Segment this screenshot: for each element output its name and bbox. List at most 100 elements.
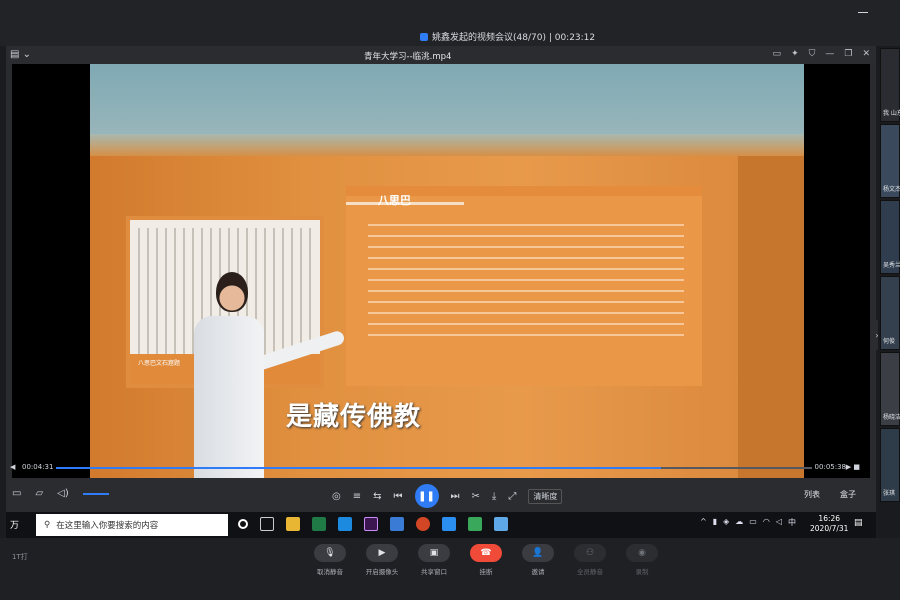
meeting-title: 姚鑫发起的视频会议(48/70) | 00:23:12 <box>420 30 595 43</box>
notification-icon[interactable]: ▤ <box>854 518 863 528</box>
network-icon[interactable]: ▭ <box>749 517 757 528</box>
video-subtitle: 是藏传佛教 <box>286 402 422 432</box>
start-camera-button[interactable]: ▶ 开启摄像头 <box>362 544 402 576</box>
hangup-label: 挂断 <box>479 568 493 576</box>
app-feather-icon[interactable] <box>442 517 456 531</box>
start-camera-label: 开启摄像头 <box>365 568 399 576</box>
maximize-icon[interactable]: ❐ <box>844 49 852 59</box>
premiere-icon[interactable] <box>364 517 378 531</box>
share-window-button[interactable]: ▣ 共享窗口 <box>414 544 454 576</box>
record-button[interactable]: ◉ 录制 <box>622 544 662 576</box>
video-scene: 八思巴文石窟题 八思巴 <box>90 64 804 508</box>
progress-bar[interactable]: ◀ 00:04:31 00:05:38 ▶ ■ <box>6 462 864 474</box>
clock-date: 2020/7/31 <box>810 524 849 533</box>
close-icon[interactable]: ✕ <box>862 49 870 59</box>
participant-name: 张琪 <box>883 490 896 497</box>
share-window-label: 共享窗口 <box>421 568 447 576</box>
equalizer-icon[interactable]: ≡ <box>353 491 361 502</box>
controls-left: ▭ ▱ ◁) <box>12 488 109 499</box>
record-icon: ◉ <box>626 544 658 562</box>
taskbar-clock[interactable]: 16:26 2020/7/31 <box>810 514 848 534</box>
app-cloud-icon[interactable] <box>390 517 404 531</box>
volume-slider[interactable] <box>82 492 109 495</box>
participant-name: 吴秀兰 <box>883 262 900 269</box>
skip-forward-icon[interactable]: ⏭ <box>451 491 460 502</box>
player-controls: ▭ ▱ ◁) ◎ ≡ ⇆ ⏮ ❚❚ ⏭ ✂ ⤓ ⤢ 清晰度 列表 盒子 <box>6 478 876 512</box>
total-time: 00:05:38 <box>814 463 846 471</box>
tray-app-icon[interactable]: ◈ <box>723 517 729 528</box>
mic-icon[interactable]: ▮ <box>713 517 717 528</box>
controls-center: ◎ ≡ ⇆ ⏮ ❚❚ ⏭ ✂ ⤓ ⤢ 清晰度 <box>332 484 563 508</box>
participant-name: 杨文杰 <box>883 186 900 193</box>
download-icon[interactable]: ⤓ <box>492 491 496 502</box>
participant-tile[interactable]: 杨文杰 <box>880 124 900 198</box>
volume-icon[interactable]: ◁) <box>57 488 69 499</box>
mute-all-icon: ⚇ <box>574 544 606 562</box>
app-window-icon[interactable] <box>494 517 508 531</box>
taskbar-apps <box>238 517 508 531</box>
progress-track[interactable] <box>56 467 812 469</box>
participant-tile[interactable]: 我 山东大 <box>880 48 900 122</box>
meeting-title-text: 姚鑫发起的视频会议(48/70) | 00:23:12 <box>432 33 596 43</box>
cloud-icon[interactable]: ☁ <box>735 517 743 528</box>
playlist-button[interactable]: 列表 <box>804 489 820 500</box>
video-frame[interactable]: 八思巴文石窟题 八思巴 是藏传佛教 <box>12 64 870 508</box>
skip-back-icon[interactable]: ⏮ <box>394 491 403 502</box>
wifi-icon[interactable]: ◠ <box>763 517 770 528</box>
app-blue-icon[interactable] <box>338 517 352 531</box>
taskbar-search[interactable]: ⚲ 在这里输入你要搜索的内容 <box>36 514 228 536</box>
chevron-up-icon[interactable]: ^ <box>700 517 707 528</box>
cortana-icon[interactable] <box>238 519 248 529</box>
menu-icon[interactable]: ▤ ⌄ <box>10 49 31 60</box>
participant-tile[interactable]: 杨晓洁 <box>880 352 900 426</box>
video-player-window: ▤ ⌄ 青年大学习--临洮.mp4 ▭ ✦ ⛉ — ❐ ✕ 八思巴文石窟题 八思… <box>6 46 882 512</box>
scissors-icon[interactable]: ✂ <box>472 491 480 502</box>
participant-tile[interactable]: 何俊 <box>880 276 900 350</box>
windows-taskbar: 万 ⚲ 在这里输入你要搜索的内容 ^ ▮ ◈ ☁ ▭ ◠ ◁ 中 16:26 2… <box>6 512 876 538</box>
progress-fill <box>56 467 661 469</box>
excel-icon[interactable] <box>312 517 326 531</box>
settings-sliders-icon[interactable]: ⇆ <box>373 491 381 502</box>
previous-frame-icon[interactable]: ◀ <box>10 463 15 471</box>
search-icon: ⚲ <box>44 520 51 530</box>
fullscreen-icon[interactable]: ⤢ <box>508 491 516 502</box>
unmute-button[interactable]: 🎙 取消静音 <box>310 544 350 576</box>
hangup-button[interactable]: ☎ 挂断 <box>466 544 506 576</box>
exhibit-wall-right <box>738 156 804 508</box>
current-time: 00:04:31 <box>22 463 54 471</box>
start-button[interactable]: 万 <box>10 518 19 531</box>
invite-button[interactable]: 👤 邀请 <box>518 544 558 576</box>
3d-icon[interactable]: ◎ <box>332 491 341 502</box>
meeting-left-label: 1T打 <box>12 553 28 561</box>
invite-label: 邀请 <box>531 568 545 576</box>
box-button[interactable]: 盒子 <box>840 489 856 500</box>
powerpoint-icon[interactable] <box>416 517 430 531</box>
player-title-bar: ▤ ⌄ 青年大学习--临洮.mp4 ▭ ✦ ⛉ — ❐ ✕ <box>6 46 876 64</box>
open-file-icon[interactable]: ▭ <box>12 488 21 499</box>
clock-time: 16:26 <box>818 514 841 523</box>
task-view-icon[interactable] <box>260 517 274 531</box>
screen-icon[interactable]: ▭ <box>773 49 782 59</box>
speaker-icon[interactable]: ◁ <box>776 517 782 528</box>
ime-indicator[interactable]: 中 <box>788 517 796 528</box>
pause-button[interactable]: ❚❚ <box>414 484 439 508</box>
record-label: 录制 <box>635 568 649 576</box>
app-green-icon[interactable] <box>468 517 482 531</box>
next-frame-icon[interactable]: ▶ ■ <box>846 463 860 471</box>
file-explorer-icon[interactable] <box>286 517 300 531</box>
exhibit-text-lines <box>368 224 684 344</box>
minimize-icon[interactable] <box>858 12 868 13</box>
skin-icon[interactable]: ⛉ <box>809 49 816 59</box>
mute-all-label: 全员静音 <box>577 568 603 576</box>
clarity-button[interactable]: 清晰度 <box>528 488 563 504</box>
participant-list: 我 山东大 杨文杰 吴秀兰 何俊 杨晓洁 张琪 <box>878 46 900 538</box>
minimize-player-icon[interactable]: — <box>825 49 834 59</box>
participant-tile[interactable]: 张琪 <box>880 428 900 502</box>
meeting-title-bar: 姚鑫发起的视频会议(48/70) | 00:23:12 <box>0 0 900 46</box>
system-tray: ^ ▮ ◈ ☁ ▭ ◠ ◁ 中 <box>700 517 796 528</box>
pin-icon[interactable]: ✦ <box>791 49 799 59</box>
mute-all-button[interactable]: ⚇ 全员静音 <box>570 544 610 576</box>
participant-tile[interactable]: 吴秀兰 <box>880 200 900 274</box>
controls-right: 列表 盒子 <box>804 489 856 500</box>
folder-icon[interactable]: ▱ <box>35 488 43 499</box>
